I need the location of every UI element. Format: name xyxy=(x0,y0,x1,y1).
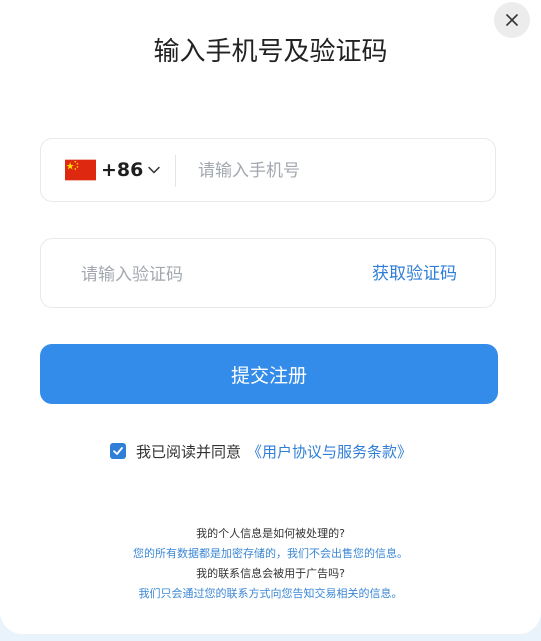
phone-field: +86 xyxy=(40,138,496,202)
verification-code-field: 获取验证码 xyxy=(40,238,496,308)
chevron-down-icon[interactable] xyxy=(147,163,161,177)
faq-answer: 您的所有数据都是加密存储的，我们不会出售您的信息。 xyxy=(133,547,408,560)
submit-button[interactable]: 提交注册 xyxy=(40,344,498,404)
field-divider xyxy=(175,155,176,187)
faq-question: 我的个人信息是如何被处理的? xyxy=(196,527,345,540)
verification-code-input[interactable] xyxy=(79,259,323,291)
agreement-row: 我已阅读并同意 《用户协议与服务条款》 xyxy=(110,439,412,463)
country-code[interactable]: +86 xyxy=(101,157,143,183)
agreement-text: 我已阅读并同意 xyxy=(136,442,242,461)
phone-input[interactable] xyxy=(196,155,480,187)
agreement-checkbox[interactable] xyxy=(110,443,126,459)
close-icon xyxy=(506,14,518,26)
get-code-button[interactable]: 获取验证码 xyxy=(372,260,457,288)
dialog-title: 输入手机号及验证码 xyxy=(153,37,388,67)
faq-question: 我的联系信息会被用于广告吗? xyxy=(196,567,345,580)
faq-answer: 我们只会通过您的联系方式向您告知交易相关的信息。 xyxy=(138,587,403,600)
china-flag-icon xyxy=(65,159,96,181)
register-dialog: 输入手机号及验证码 +86 获取验证码 提交注册 我已阅读并同意 《用户协议与服… xyxy=(0,0,541,634)
check-icon xyxy=(113,447,123,455)
agreement-link[interactable]: 《用户协议与服务条款》 xyxy=(247,441,412,462)
